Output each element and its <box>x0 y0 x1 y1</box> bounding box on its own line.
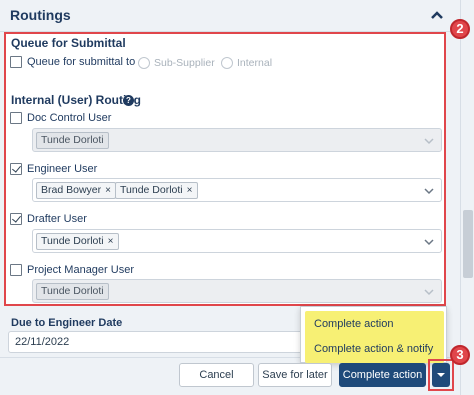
chevron-down-icon <box>424 188 434 195</box>
menu-item-complete-action[interactable]: Complete action <box>314 318 394 330</box>
chevron-up-icon[interactable] <box>429 7 445 23</box>
engineer-user-checkbox[interactable] <box>10 163 22 175</box>
cancel-button[interactable]: Cancel <box>179 363 254 387</box>
radio-internal-label: Internal <box>237 57 273 69</box>
routings-title: Routings <box>10 7 71 23</box>
user-chip: Tunde Dorloti <box>36 283 109 300</box>
help-icon[interactable]: ? <box>123 95 134 106</box>
complete-action-button[interactable]: Complete action <box>339 363 426 387</box>
user-chip: Tunde Dorloti <box>36 132 109 149</box>
doc-control-user-checkbox[interactable] <box>10 112 22 124</box>
radio-internal[interactable] <box>221 57 233 69</box>
chevron-down-icon <box>424 239 434 246</box>
project-manager-user-checkbox[interactable] <box>10 264 22 276</box>
drafter-user-select[interactable]: Tunde Dorloti × <box>32 229 442 253</box>
engineer-user-label: Engineer User <box>27 163 98 175</box>
menu-item-complete-action-notify[interactable]: Complete action & notify <box>314 343 433 355</box>
scrollbar-thumb[interactable] <box>463 210 473 278</box>
save-for-later-button[interactable]: Save for later <box>258 363 332 387</box>
chevron-down-icon <box>424 289 434 296</box>
user-chip: Tunde Dorloti × <box>115 182 198 199</box>
due-date-input[interactable]: 22/11/2022 <box>8 331 306 353</box>
engineer-user-select[interactable]: Brad Bowyer × Tunde Dorloti × <box>32 178 442 202</box>
remove-chip-icon[interactable]: × <box>105 185 111 196</box>
doc-control-user-label: Doc Control User <box>27 112 112 124</box>
routings-header: Routings <box>0 0 460 32</box>
callout-badge-2: 2 <box>450 19 470 39</box>
chevron-down-icon <box>424 138 434 145</box>
split-button-highlight <box>428 359 454 391</box>
project-manager-user-select[interactable]: Tunde Dorloti <box>32 279 442 303</box>
user-chip: Brad Bowyer × <box>36 182 116 199</box>
remove-chip-icon[interactable]: × <box>108 236 114 247</box>
callout-badge-3: 3 <box>450 345 470 365</box>
drafter-user-label: Drafter User <box>27 213 87 225</box>
scrollbar-track[interactable] <box>460 0 474 395</box>
radio-sub-supplier[interactable] <box>138 57 150 69</box>
doc-control-user-select[interactable]: Tunde Dorloti <box>32 128 442 152</box>
queue-for-submittal-label: Queue for submittal to <box>27 56 136 68</box>
radio-sub-supplier-label: Sub-Supplier <box>154 57 215 69</box>
due-date-label: Due to Engineer Date <box>11 317 123 329</box>
internal-routing-title: Internal (User) Routing <box>11 93 142 107</box>
user-chip: Tunde Dorloti × <box>36 233 119 250</box>
queue-section-title: Queue for Submittal <box>11 36 126 50</box>
remove-chip-icon[interactable]: × <box>187 185 193 196</box>
drafter-user-checkbox[interactable] <box>10 213 22 225</box>
queue-for-submittal-checkbox[interactable] <box>10 56 22 68</box>
project-manager-user-label: Project Manager User <box>27 264 134 276</box>
